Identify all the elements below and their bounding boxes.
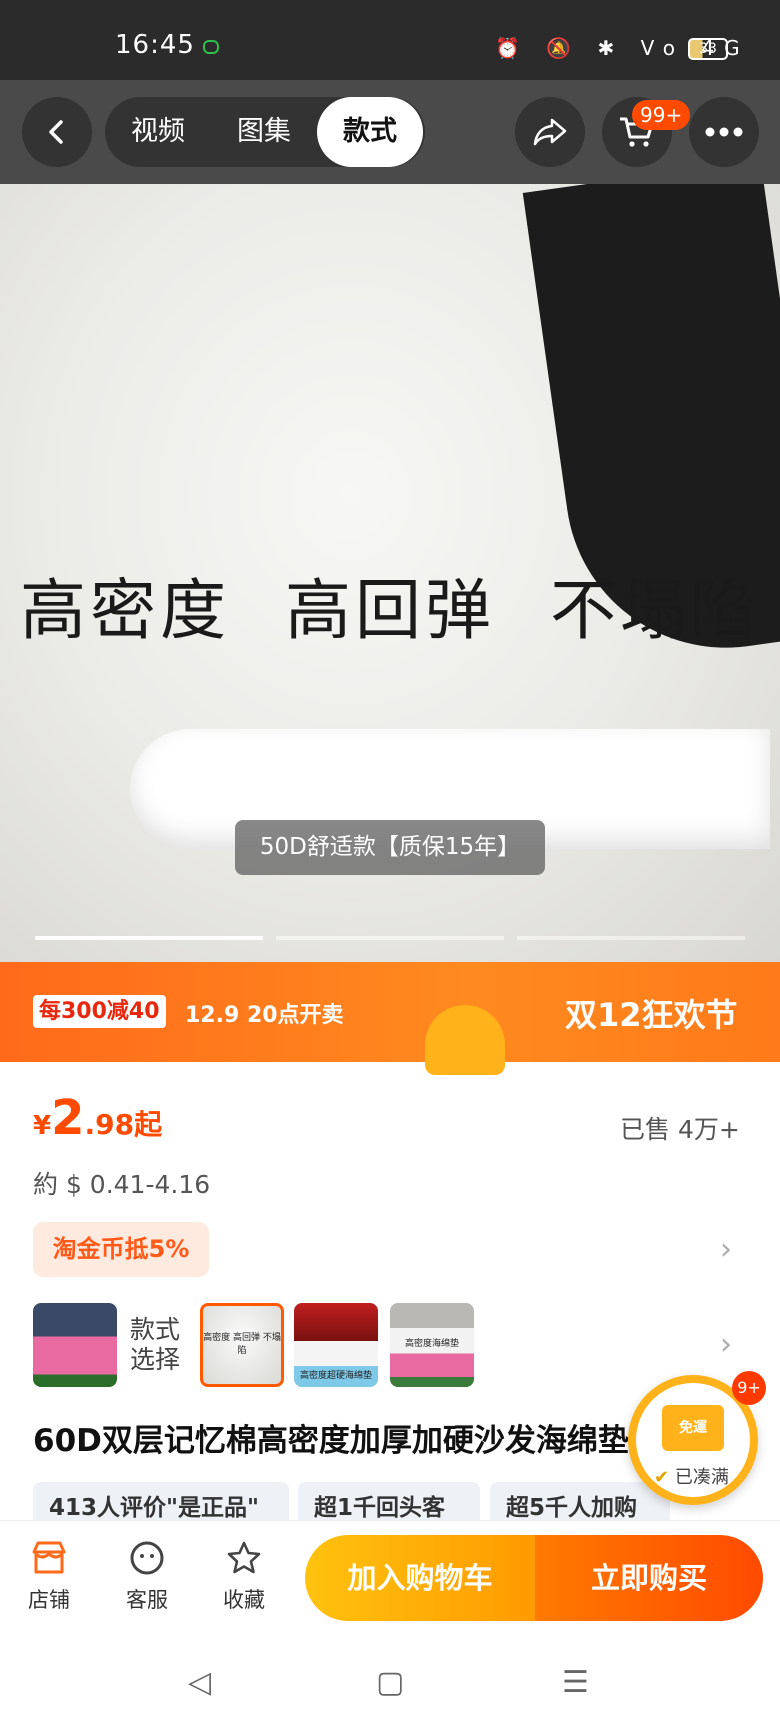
thumb-text: 高密度 高回弹 不塌陷 xyxy=(203,1333,281,1356)
variant-caption: 50D舒适款【质保15年】 xyxy=(235,820,545,875)
service-icon xyxy=(112,1540,182,1584)
carousel-progress-2 xyxy=(276,936,504,940)
chevron-left-icon xyxy=(49,120,63,144)
chevron-right-icon[interactable]: › xyxy=(720,1327,732,1362)
sale-start-time: 12.9 20点开卖 xyxy=(185,1003,344,1028)
price-suffix: 起 xyxy=(134,1108,163,1141)
store-icon xyxy=(14,1540,84,1584)
festival-title: 双12狂欢节 xyxy=(565,996,738,1034)
service-label: 客服 xyxy=(126,1588,168,1612)
share-button[interactable] xyxy=(515,97,585,167)
style-label-line1: 款式 xyxy=(130,1315,181,1344)
usd-price: 約 $ 0.41-4.16 xyxy=(33,1170,211,1199)
style-thumbnail-2[interactable]: 高密度 高回弹 不塌陷 xyxy=(200,1303,284,1387)
carousel-progress-1 xyxy=(35,936,263,940)
nav-back-icon[interactable]: ◁ xyxy=(188,1665,211,1700)
media-tabs: 视频 图集 款式 xyxy=(105,97,425,167)
product-title[interactable]: 60D双层记忆棉高密度加厚加硬沙发海绵垫 xyxy=(33,1415,633,1460)
cart-count-badge: 99+ xyxy=(632,100,691,130)
buy-now-button[interactable]: 立即购买 xyxy=(535,1535,763,1621)
status-time: 16:45 xyxy=(115,30,195,60)
free-shipping-label: ✔ 已凑满 xyxy=(654,1463,729,1489)
promo-banner[interactable]: 每300减40 12.9 20点开卖 双12狂欢节 xyxy=(0,962,780,1062)
style-thumbnail-3[interactable]: 高密度超硬海绵垫 xyxy=(294,1303,378,1387)
favorite-button[interactable]: 收藏 xyxy=(209,1540,279,1614)
shop-button[interactable]: 店铺 xyxy=(14,1540,84,1614)
battery-icon: 33 xyxy=(688,38,728,60)
star-icon xyxy=(209,1540,279,1584)
chevron-right-icon[interactable]: › xyxy=(720,1232,732,1267)
price-int: 2 xyxy=(51,1090,85,1146)
tab-video[interactable]: 视频 xyxy=(105,97,211,167)
favorite-label: 收藏 xyxy=(223,1588,265,1612)
notification-icon xyxy=(203,40,219,54)
discount-tag: 每300减40 xyxy=(33,995,166,1028)
price: ¥2.98起 xyxy=(33,1090,162,1146)
status-bar: 16:45 ⏰ 🔕 ✱ Vo 4G 33 xyxy=(0,0,780,80)
thumb-text: 高密度海绵垫 xyxy=(404,1339,459,1349)
tab-gallery[interactable]: 图集 xyxy=(211,97,317,167)
style-thumbnail-4[interactable]: 高密度海绵垫 xyxy=(390,1303,474,1387)
price-dec: .98 xyxy=(84,1108,135,1141)
free-shipping-text: 已凑满 xyxy=(674,1467,729,1488)
more-button[interactable] xyxy=(689,97,759,167)
coin-discount-tag[interactable]: 淘金币抵5% xyxy=(33,1222,209,1277)
more-dots-icon xyxy=(705,127,743,137)
carousel-progress-3 xyxy=(517,936,745,940)
style-thumbnail-1[interactable] xyxy=(33,1303,117,1387)
image-slogan: 高密度 高回弹 不塌陷 xyxy=(20,572,760,649)
style-label-line2: 选择 xyxy=(130,1345,181,1374)
currency-symbol: ¥ xyxy=(33,1111,52,1141)
check-icon: ✔ xyxy=(654,1467,670,1488)
customer-service-button[interactable]: 客服 xyxy=(112,1540,182,1614)
style-select-label[interactable]: 款式 选择 xyxy=(130,1315,180,1375)
free-shipping-count-badge: 9+ xyxy=(732,1371,766,1405)
sold-count: 已售 4万+ xyxy=(620,1115,740,1144)
add-to-cart-button[interactable]: 加入购物车 xyxy=(305,1535,535,1621)
nav-home-icon[interactable]: ▢ xyxy=(376,1665,404,1700)
free-shipping-badge[interactable]: 免運 ✔ 已凑满 9+ xyxy=(628,1371,766,1505)
truck-icon: 免運 xyxy=(662,1405,724,1451)
shop-label: 店铺 xyxy=(28,1588,70,1612)
mascot-icon xyxy=(425,1005,505,1075)
share-icon xyxy=(533,118,567,146)
thumb-text: 高密度超硬海绵垫 xyxy=(299,1371,372,1381)
back-button[interactable] xyxy=(22,97,92,167)
tab-style[interactable]: 款式 xyxy=(317,97,423,167)
nav-menu-icon[interactable]: ☰ xyxy=(562,1665,589,1700)
